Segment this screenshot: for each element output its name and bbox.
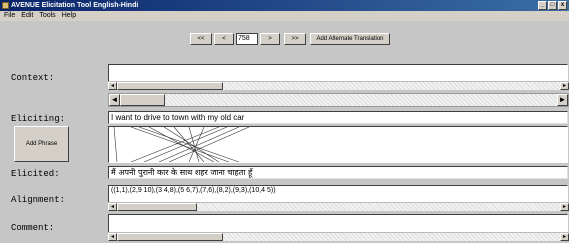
title-bar: AVENUE Elicitation Tool English-Hindi _ … [0, 0, 569, 11]
prev-button[interactable]: < [214, 33, 234, 45]
menu-tools[interactable]: Tools [39, 11, 55, 21]
alignment-canvas[interactable] [108, 126, 568, 163]
scroll-thumb[interactable] [117, 233, 223, 241]
scroll-thumb[interactable] [117, 203, 197, 211]
scroll-right-icon[interactable]: ▸ [560, 82, 569, 90]
scroll-thumb[interactable] [117, 82, 223, 90]
next-button[interactable]: > [260, 33, 280, 45]
alignment-line [158, 127, 240, 162]
scroll-left-icon[interactable]: ◄ [109, 94, 120, 106]
navigation-toolbar: << < 758 > >> Add Alternate Translation [0, 21, 569, 58]
eliciting-label: Eliciting: [11, 114, 66, 124]
window-controls: _ □ x [538, 1, 567, 10]
menu-edit[interactable]: Edit [21, 11, 33, 21]
comment-scrollbar[interactable]: ◂ ▸ [108, 232, 569, 241]
context-scrollbar[interactable]: ◂ ▸ [108, 81, 569, 90]
menu-file[interactable]: File [4, 11, 15, 21]
scroll-thumb[interactable] [120, 94, 165, 106]
scroll-right-icon[interactable]: ▸ [560, 203, 569, 211]
scroll-right-icon[interactable]: ▸ [560, 233, 569, 241]
last-button[interactable]: >> [284, 33, 306, 45]
context-label: Context: [11, 73, 55, 83]
elicited-label: Elicited: [11, 169, 60, 179]
menu-help[interactable]: Help [62, 11, 76, 21]
close-button[interactable]: x [558, 1, 567, 10]
scroll-left-icon[interactable]: ◂ [108, 233, 117, 241]
alignment-line [130, 127, 220, 162]
elicited-target-field[interactable]: मैं अपनी पुरानी कार के साथ शहर जाना चाहत… [108, 166, 568, 179]
alignment-line [188, 127, 200, 162]
sentence-scrollbar[interactable]: ◄ ► [108, 93, 569, 107]
add-alternate-translation-button[interactable]: Add Alternate Translation [310, 33, 390, 45]
alignment-text: ((1,1),(2,9 10),(3 4,8),(5 6,7),(7,6),(8… [111, 187, 276, 194]
first-button[interactable]: << [190, 33, 212, 45]
add-phrase-button[interactable]: Add Phrase [14, 126, 69, 162]
maximize-button[interactable]: □ [548, 1, 557, 10]
eliciting-source-field[interactable]: I want to drive to town with my old car [108, 111, 568, 124]
alignment-lines [113, 127, 250, 162]
alignment-line [113, 127, 118, 162]
scroll-left-icon[interactable]: ◂ [108, 203, 117, 211]
minimize-button[interactable]: _ [538, 1, 547, 10]
menu-bar: File Edit Tools Help [0, 11, 569, 21]
alignment-scrollbar[interactable]: ◂ ▸ [108, 202, 569, 211]
window-title: AVENUE Elicitation Tool English-Hindi [11, 2, 139, 9]
page-number-field[interactable]: 758 [236, 33, 258, 45]
app-icon [2, 2, 9, 9]
comment-label: Comment: [11, 223, 55, 233]
alignment-label: Alignment: [11, 195, 66, 205]
scroll-left-icon[interactable]: ◂ [108, 82, 117, 90]
scroll-right-icon[interactable]: ► [557, 94, 568, 106]
